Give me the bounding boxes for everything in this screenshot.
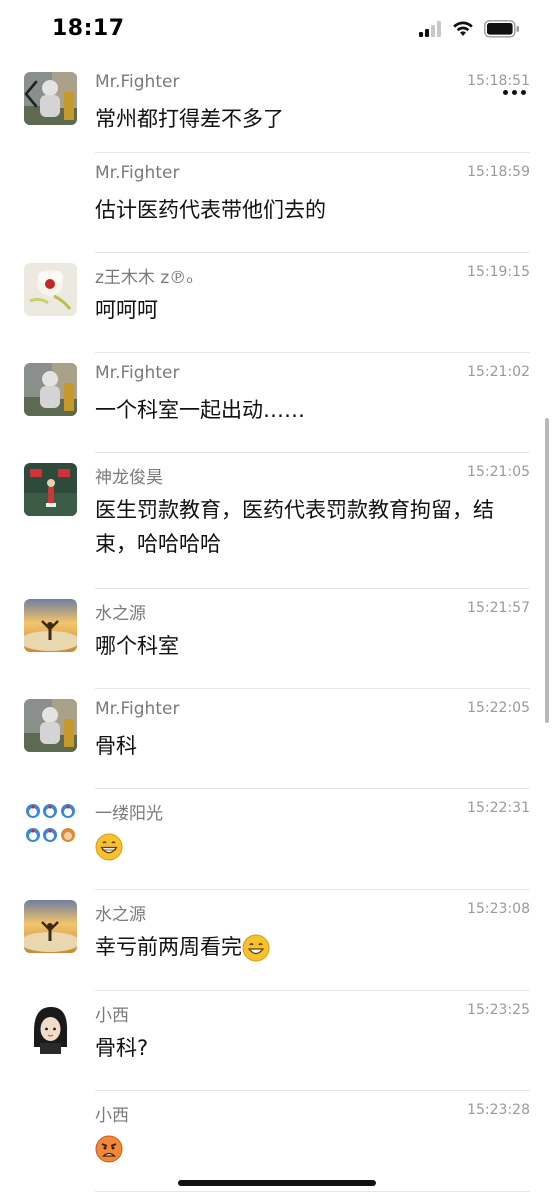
status-bar: 18:17 [0, 0, 554, 62]
smile-emoji [242, 934, 270, 962]
sender-name: Mr.Fighter [95, 163, 180, 183]
message-time: 15:21:02 [467, 364, 530, 380]
grin-emoji [95, 833, 123, 861]
angry-emoji [95, 1135, 123, 1163]
avatar[interactable] [24, 1001, 77, 1054]
cellular-signal-icon [419, 21, 441, 37]
message-row[interactable]: 水之源 15:21:57 哪个科室 [0, 589, 554, 689]
home-indicator[interactable] [178, 1180, 376, 1186]
message-text: 哪个科室 [95, 634, 179, 658]
status-time: 18:17 [52, 16, 125, 41]
message-time: 15:23:08 [467, 901, 530, 917]
message-row[interactable]: 小西 15:23:25 骨科? [0, 991, 554, 1091]
sender-name: 水之源 [95, 604, 146, 624]
scrollbar[interactable] [545, 418, 549, 723]
avatar[interactable] [24, 463, 77, 516]
message-row[interactable]: Mr.Fighter 15:21:02 一个科室一起出动…… [0, 353, 554, 453]
message-content: 幸亏前两周看完 [95, 930, 535, 964]
message-row[interactable]: Mr.Fighter 15:18:59 估计医药代表带他们去的 [0, 153, 554, 253]
message-text: 医生罚款教育，医药代表罚款教育拘留，结束，哈哈哈哈 [95, 498, 494, 556]
divider [95, 1191, 530, 1192]
message-row[interactable]: 小西 15:23:28 [0, 1091, 554, 1192]
wifi-icon [453, 21, 473, 36]
sender-name: 一缕阳光 [95, 804, 163, 824]
message-text: 骨科? [95, 1036, 149, 1060]
sender-name: 小西 [95, 1006, 129, 1026]
message-time: 15:18:59 [467, 164, 530, 180]
message-row[interactable]: 神龙俊昊 15:21:05 医生罚款教育，医药代表罚款教育拘留，结束，哈哈哈哈 [0, 453, 554, 589]
message-row[interactable]: z王木木 z℗ₒ 15:19:15 呵呵呵 [0, 253, 554, 353]
message-row[interactable]: 水之源 15:23:08 幸亏前两周看完 [0, 890, 554, 991]
message-time: 15:23:28 [467, 1102, 530, 1118]
message-time: 15:19:15 [467, 264, 530, 280]
message-text: 常州都打得差不多了 [95, 107, 284, 131]
message-text: 呵呵呵 [95, 298, 158, 322]
message-content [95, 829, 535, 863]
message-text: 骨科 [95, 734, 137, 758]
sender-name: 水之源 [95, 905, 146, 925]
message-text: 一个科室一起出动…… [95, 398, 305, 422]
message-time: 15:22:05 [467, 700, 530, 716]
message-time: 15:23:25 [467, 1002, 530, 1018]
message-row[interactable]: Mr.Fighter 15:22:05 骨科 [0, 689, 554, 789]
message-row[interactable]: Mr.Fighter 15:18:51 常州都打得差不多了 [0, 62, 554, 153]
chevron-left-icon[interactable] [18, 74, 44, 114]
message-text: 估计医药代表带他们去的 [95, 198, 326, 222]
sender-name: 神龙俊昊 [95, 468, 163, 488]
message-row[interactable]: 一缕阳光 15:22:31 [0, 789, 554, 890]
sender-name: Mr.Fighter [95, 72, 180, 92]
avatar[interactable] [24, 599, 77, 652]
avatar[interactable] [24, 263, 77, 316]
battery-icon [484, 20, 519, 38]
sender-name: z王木木 z℗ₒ [95, 268, 194, 288]
sender-name: 小西 [95, 1106, 129, 1126]
avatar[interactable] [24, 799, 77, 852]
message-time: 15:21:05 [467, 464, 530, 480]
avatar[interactable] [24, 900, 77, 953]
message-content [95, 1131, 535, 1165]
avatar[interactable] [24, 363, 77, 416]
sender-name: Mr.Fighter [95, 363, 180, 383]
message-time: 15:21:57 [467, 600, 530, 616]
avatar[interactable] [24, 699, 77, 752]
more-dots-icon[interactable] [498, 82, 530, 102]
message-time: 15:22:31 [467, 800, 530, 816]
message-text: 幸亏前两周看完 [95, 935, 242, 959]
status-icons [418, 20, 520, 38]
sender-name: Mr.Fighter [95, 699, 180, 719]
